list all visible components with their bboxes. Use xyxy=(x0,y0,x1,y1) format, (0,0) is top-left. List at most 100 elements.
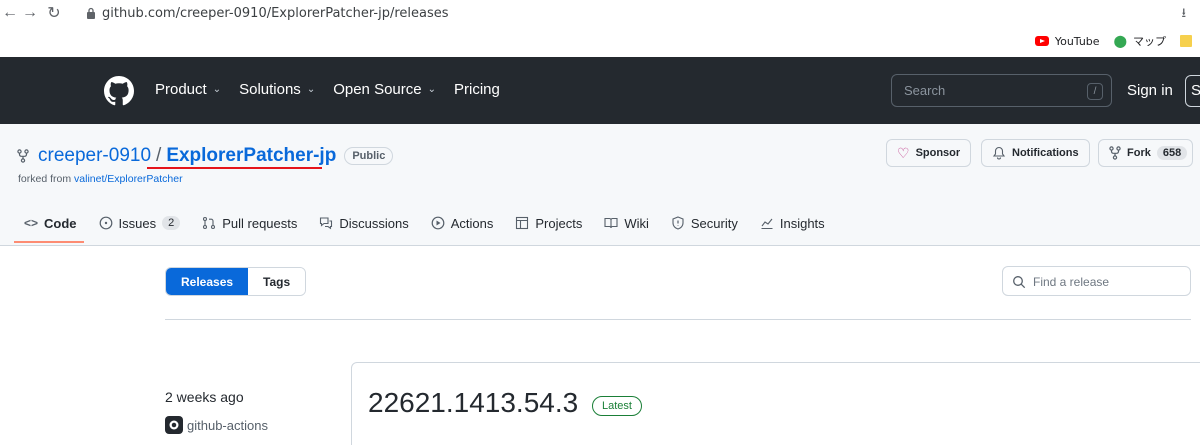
repo-tabs: <> Code Issues 2 Pull requests Discussio… xyxy=(24,212,825,234)
divider xyxy=(165,319,1191,320)
forward-icon[interactable]: → xyxy=(20,3,40,23)
back-icon[interactable]: ← xyxy=(0,3,20,23)
visibility-badge: Public xyxy=(344,147,394,165)
lock-icon[interactable] xyxy=(86,7,96,19)
youtube-icon xyxy=(1034,36,1049,46)
repo-forked-icon xyxy=(17,149,29,163)
fork-label: Fork xyxy=(1127,147,1151,159)
notifications-label: Notifications xyxy=(1012,147,1079,159)
bookmark-maps[interactable]: ⬤ マップ xyxy=(1114,33,1166,49)
find-release-placeholder: Find a release xyxy=(1033,275,1110,289)
releases-button[interactable]: Releases xyxy=(166,268,249,295)
search-shortcut-key: / xyxy=(1087,83,1103,100)
projects-icon xyxy=(516,216,529,230)
latest-badge: Latest xyxy=(592,396,642,416)
tab-label: Discussions xyxy=(339,215,409,231)
sponsor-label: Sponsor xyxy=(915,147,961,159)
chevron-down-icon: ⌄ xyxy=(306,84,316,95)
tab-label: Code xyxy=(44,215,77,231)
bell-icon xyxy=(992,146,1006,160)
security-icon xyxy=(672,216,684,230)
nav-product[interactable]: Product ⌄ xyxy=(155,81,221,98)
tab-label: Security xyxy=(690,215,738,231)
insights-icon xyxy=(761,218,773,230)
tab-pull-requests[interactable]: Pull requests xyxy=(202,212,297,234)
chevron-down-icon: ⌄ xyxy=(212,84,222,95)
main-nav: Product ⌄ Solutions ⌄ Open Source ⌄ Pric… xyxy=(155,81,500,98)
bookmark-label: マップ xyxy=(1133,35,1166,48)
issues-count: 2 xyxy=(162,216,181,230)
tab-label: Pull requests xyxy=(222,215,298,231)
sign-up-button[interactable]: S xyxy=(1185,75,1200,107)
nav-label: Pricing xyxy=(453,81,500,98)
tab-label: Wiki xyxy=(624,215,649,231)
url-text[interactable]: github.com/creeper-0910/ExplorerPatcher-… xyxy=(102,6,449,21)
author-name: github-actions xyxy=(187,417,268,433)
repo-owner-link[interactable]: creeper-0910 xyxy=(38,145,151,167)
maps-pin-icon: ⬤ xyxy=(1113,34,1127,48)
github-header: Product ⌄ Solutions ⌄ Open Source ⌄ Pric… xyxy=(0,57,1200,124)
tab-security[interactable]: Security xyxy=(671,212,738,234)
chevron-down-icon: ⌄ xyxy=(427,84,436,95)
wiki-icon xyxy=(604,217,618,229)
nav-label: Open Source xyxy=(333,81,422,98)
tags-button[interactable]: Tags xyxy=(248,268,306,295)
browser-chrome: ← → ↻ github.com/creeper-0910/ExplorerPa… xyxy=(0,0,1200,57)
pull-request-icon xyxy=(203,216,216,230)
repo-title: creeper-0910 / ExplorerPatcher-jp Public xyxy=(17,145,394,167)
active-tab-indicator xyxy=(14,241,84,243)
forked-from-link[interactable]: valinet/ExplorerPatcher xyxy=(74,173,183,185)
tab-label: Insights xyxy=(779,215,825,231)
bookmarks-bar: YouTube ⬤ マップ xyxy=(1034,30,1200,52)
code-icon: <> xyxy=(24,216,39,230)
nav-label: Solutions xyxy=(239,81,301,98)
tab-projects[interactable]: Projects xyxy=(515,212,582,234)
discussions-icon xyxy=(320,217,333,230)
issue-icon xyxy=(99,216,112,230)
reload-icon[interactable]: ↻ xyxy=(44,3,64,23)
fork-button[interactable]: Fork 658 xyxy=(1098,139,1194,167)
nav-pricing[interactable]: Pricing xyxy=(454,81,500,98)
red-annotation-underline xyxy=(147,167,322,169)
folder-icon[interactable] xyxy=(1180,35,1192,47)
tab-discussions[interactable]: Discussions xyxy=(319,212,409,234)
nav-solutions[interactable]: Solutions ⌄ xyxy=(239,81,315,98)
find-release-input[interactable]: Find a release xyxy=(1002,266,1191,296)
github-logo-icon[interactable] xyxy=(104,76,134,106)
search-placeholder: Search xyxy=(904,83,946,98)
tab-label: Actions xyxy=(450,215,494,231)
forked-prefix: forked from xyxy=(18,173,72,185)
nav-open-source[interactable]: Open Source ⌄ xyxy=(333,81,436,98)
tab-issues[interactable]: Issues 2 xyxy=(99,212,181,234)
release-author[interactable]: github-actions xyxy=(165,416,268,434)
address-bar: ← → ↻ github.com/creeper-0910/ExplorerPa… xyxy=(0,0,1200,26)
search-input[interactable]: Search / xyxy=(891,74,1112,107)
search-icon xyxy=(1013,276,1026,289)
tab-wiki[interactable]: Wiki xyxy=(604,212,649,234)
tab-label: Issues xyxy=(118,215,157,231)
actions-icon xyxy=(431,216,445,230)
tab-insights[interactable]: Insights xyxy=(760,212,825,234)
fork-icon xyxy=(1109,146,1121,160)
forked-from-text: forked from valinet/ExplorerPatcher xyxy=(18,173,183,185)
nav-label: Product xyxy=(155,81,207,98)
releases-tags-toggle: Releases Tags xyxy=(165,267,307,296)
download-icon[interactable]: ⭳ xyxy=(1181,4,1186,26)
release-time[interactable]: 2 weeks ago xyxy=(165,389,244,405)
tab-actions[interactable]: Actions xyxy=(431,212,494,234)
tab-code[interactable]: <> Code xyxy=(24,212,77,234)
repo-name-link[interactable]: ExplorerPatcher-jp xyxy=(166,145,336,167)
github-actions-icon xyxy=(169,420,179,430)
path-separator: / xyxy=(156,145,162,166)
notifications-button[interactable]: Notifications xyxy=(981,139,1090,167)
avatar xyxy=(165,416,183,434)
bookmark-youtube[interactable]: YouTube xyxy=(1034,35,1100,48)
release-card: 22621.1413.54.3 Latest xyxy=(351,362,1200,445)
sponsor-button[interactable]: ♡ Sponsor xyxy=(886,139,972,167)
sign-in-link[interactable]: Sign in xyxy=(1127,82,1173,99)
heart-icon: ♡ xyxy=(897,144,910,161)
repo-header: creeper-0910 / ExplorerPatcher-jp Public… xyxy=(0,124,1200,246)
fork-count: 658 xyxy=(1156,146,1188,160)
tab-label: Projects xyxy=(535,215,583,231)
release-title[interactable]: 22621.1413.54.3 xyxy=(368,387,578,419)
